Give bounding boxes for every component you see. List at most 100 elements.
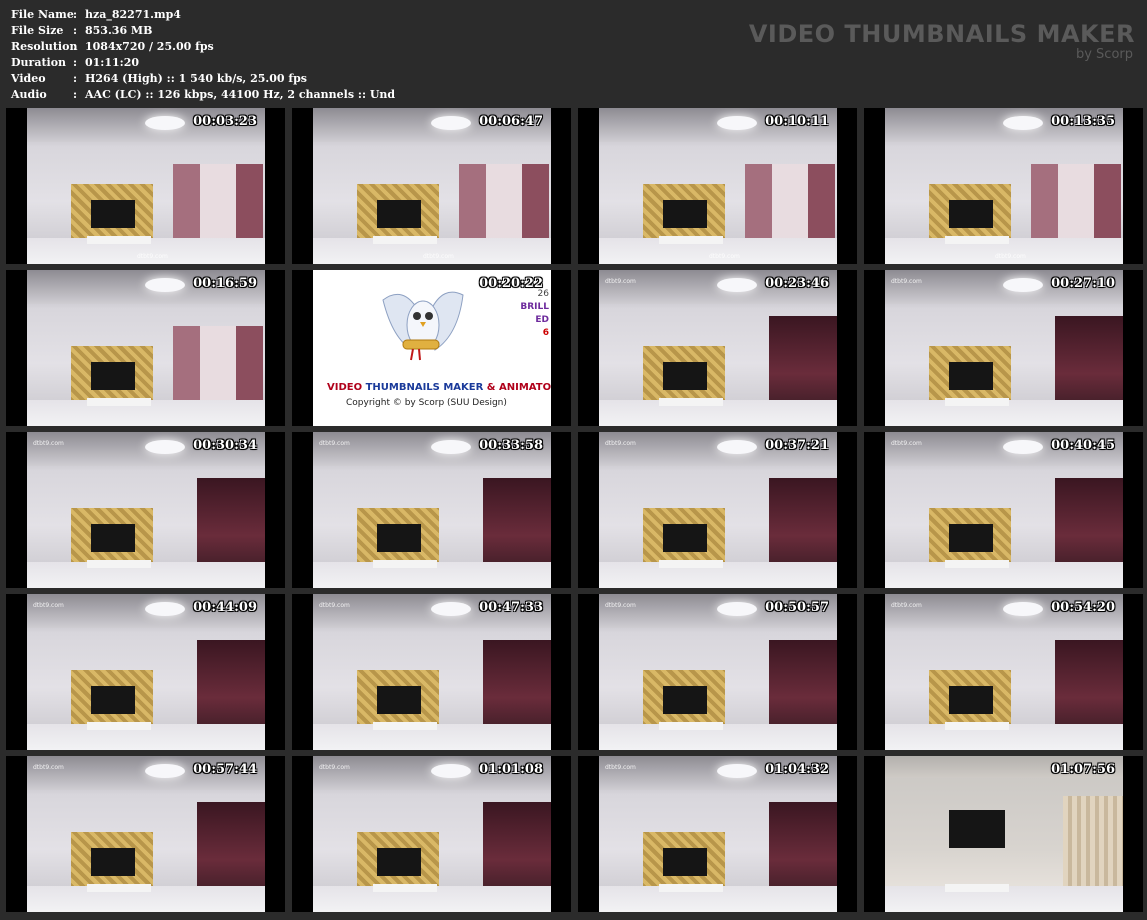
thumbnail-image: dtbt9.com <box>885 594 1123 750</box>
scene-window <box>745 164 835 244</box>
scene-cabinet <box>87 236 151 244</box>
info-separator: : <box>73 72 78 85</box>
scene-lamp <box>145 440 185 454</box>
thumbnail[interactable]: dtbt9.com 00:50:57 <box>578 594 857 750</box>
thumbnail[interactable]: dtbt9.com 01:01:08 <box>292 756 571 912</box>
info-label: Duration <box>11 56 67 69</box>
thumbnail-image: dtbt9.com <box>313 108 551 264</box>
brand-title: VIDEO THUMBNAILS MAKER <box>748 20 1135 48</box>
video-watermark: dtbt9.com <box>605 602 636 609</box>
thumbnail[interactable]: 00:16:59 <box>6 270 285 426</box>
scene-cabinet <box>373 722 437 730</box>
scene-cabinet <box>945 722 1009 730</box>
scene-lamp <box>431 602 471 616</box>
scene-tv <box>91 686 135 714</box>
logo-right-line: BRILL <box>520 302 549 312</box>
info-row-file-size: File Size : 853.36 MB <box>11 23 395 39</box>
info-row-video: Video : H264 (High) :: 1 540 kb/s, 25.00… <box>11 71 395 87</box>
scene-tv <box>91 848 135 876</box>
thumbnail[interactable]: dtbt9.com 00:40:45 <box>864 432 1143 588</box>
scene-window <box>197 802 265 898</box>
thumbnail-timestamp: 00:10:11 <box>765 114 829 129</box>
thumbnail-timestamp: 00:40:45 <box>1051 438 1115 453</box>
thumbnail-image: dtbt9.com <box>27 108 265 264</box>
info-label: Audio <box>11 88 47 101</box>
video-watermark: dtbt9.com <box>891 602 922 609</box>
scene-window <box>1055 478 1123 574</box>
scene-lamp <box>145 602 185 616</box>
thumbnail-image: dtbt9.com <box>27 594 265 750</box>
scene-tv <box>949 524 993 552</box>
thumbnail[interactable]: dtbt9.com 00:13:35 <box>864 108 1143 264</box>
scene-window <box>769 640 837 736</box>
logo-right-line: ED <box>535 315 549 325</box>
thumbnail[interactable]: dtbt9.com 00:06:47 <box>292 108 571 264</box>
scene-cabinet <box>945 236 1009 244</box>
video-watermark: dtbt9.com <box>605 278 636 285</box>
owl-logo-icon <box>382 291 464 361</box>
logo-right-line: 6 <box>542 328 549 338</box>
logo-title-part: VIDEO <box>327 382 366 393</box>
scene-lamp <box>717 764 757 778</box>
scene-lamp <box>1003 116 1043 130</box>
video-watermark: dtbt9.com <box>33 764 64 771</box>
scene-lamp <box>145 116 185 130</box>
scene-tv <box>663 686 707 714</box>
scene-window <box>1031 164 1121 244</box>
scene-lamp <box>145 764 185 778</box>
info-value: AAC (LC) :: 126 kbps, 44100 Hz, 2 channe… <box>85 88 396 101</box>
thumbnail-image: dtbt9.com <box>599 270 837 426</box>
thumbnail-image: dtbt9.com <box>599 594 837 750</box>
thumbnail-image <box>885 756 1123 912</box>
scene-tv <box>91 362 135 390</box>
scene-tv <box>91 200 135 228</box>
thumbnail-timestamp: 00:30:34 <box>193 438 257 453</box>
thumbnail[interactable]: dtbt9.com 00:54:20 <box>864 594 1143 750</box>
logo-copyright: Copyright © by Scorp (SUU Design) <box>346 398 507 408</box>
info-row-duration: Duration : 01:11:20 <box>11 55 395 71</box>
scene-cabinet <box>373 884 437 892</box>
thumbnail-image: dtbt9.com <box>599 432 837 588</box>
scene-window <box>197 640 265 736</box>
thumbnail[interactable]: dtbt9.com 00:47:33 <box>292 594 571 750</box>
thumbnail[interactable]: dtbt9.com 00:10:11 <box>578 108 857 264</box>
thumbnail[interactable]: dtbt9.com 01:04:32 <box>578 756 857 912</box>
thumbnail-timestamp: 00:16:59 <box>193 276 257 291</box>
video-watermark: dtbt9.com <box>319 602 350 609</box>
thumbnail[interactable]: dtbt9.com 00:27:10 <box>864 270 1143 426</box>
thumbnail-image: dtbt9.com <box>313 756 551 912</box>
thumbnail[interactable]: dtbt9.com 00:44:09 <box>6 594 285 750</box>
info-label: Video <box>11 72 46 85</box>
scene-tv <box>91 524 135 552</box>
thumbnail[interactable]: 01:07:56 <box>864 756 1143 912</box>
scene-tv <box>949 362 993 390</box>
scene-tv <box>377 848 421 876</box>
thumbnail[interactable]: dtbt9.com 00:33:58 <box>292 432 571 588</box>
scene-lamp <box>1003 278 1043 292</box>
scene-window <box>769 316 837 412</box>
scene-tv <box>949 200 993 228</box>
info-value: 853.36 MB <box>85 24 153 37</box>
video-watermark: dtbt9.com <box>33 602 64 609</box>
info-label: File Size <box>11 24 64 37</box>
scene-tv <box>663 362 707 390</box>
scene-lamp <box>1003 440 1043 454</box>
scene-cabinet <box>659 560 723 568</box>
thumbnail-image: dtbt9.com <box>885 108 1123 264</box>
scene-window <box>769 802 837 898</box>
thumbnail[interactable]: dtbt9.com 00:30:34 <box>6 432 285 588</box>
logo-product-title: VIDEO THUMBNAILS MAKER & ANIMATOR <box>327 382 551 393</box>
thumbnail[interactable]: dtbt9.com 00:23:46 <box>578 270 857 426</box>
thumbnail[interactable]: dtbt9.com 00:03:23 <box>6 108 285 264</box>
thumbnail-timestamp: 00:20:22 <box>479 276 543 291</box>
thumbnail-grid: dtbt9.com 00:03:23 dtbt9.com 00:06:47 dtbt9.… <box>6 108 1143 912</box>
logo-title-part: THUMBNAILS MAKER <box>365 382 484 393</box>
thumbnail-timestamp: 00:27:10 <box>1051 276 1115 291</box>
scene-lamp <box>717 440 757 454</box>
thumbnail[interactable]: dtbt9.com 00:57:44 <box>6 756 285 912</box>
info-value: 01:11:20 <box>85 56 140 69</box>
scene-cabinet <box>87 722 151 730</box>
thumbnail[interactable]: dtbt9.com 00:37:21 <box>578 432 857 588</box>
thumbnail-timestamp: 00:33:58 <box>479 438 543 453</box>
thumbnail[interactable]: VIDEO THUMBNAILS MAKER & ANIMATOR Copyrig… <box>292 270 571 426</box>
